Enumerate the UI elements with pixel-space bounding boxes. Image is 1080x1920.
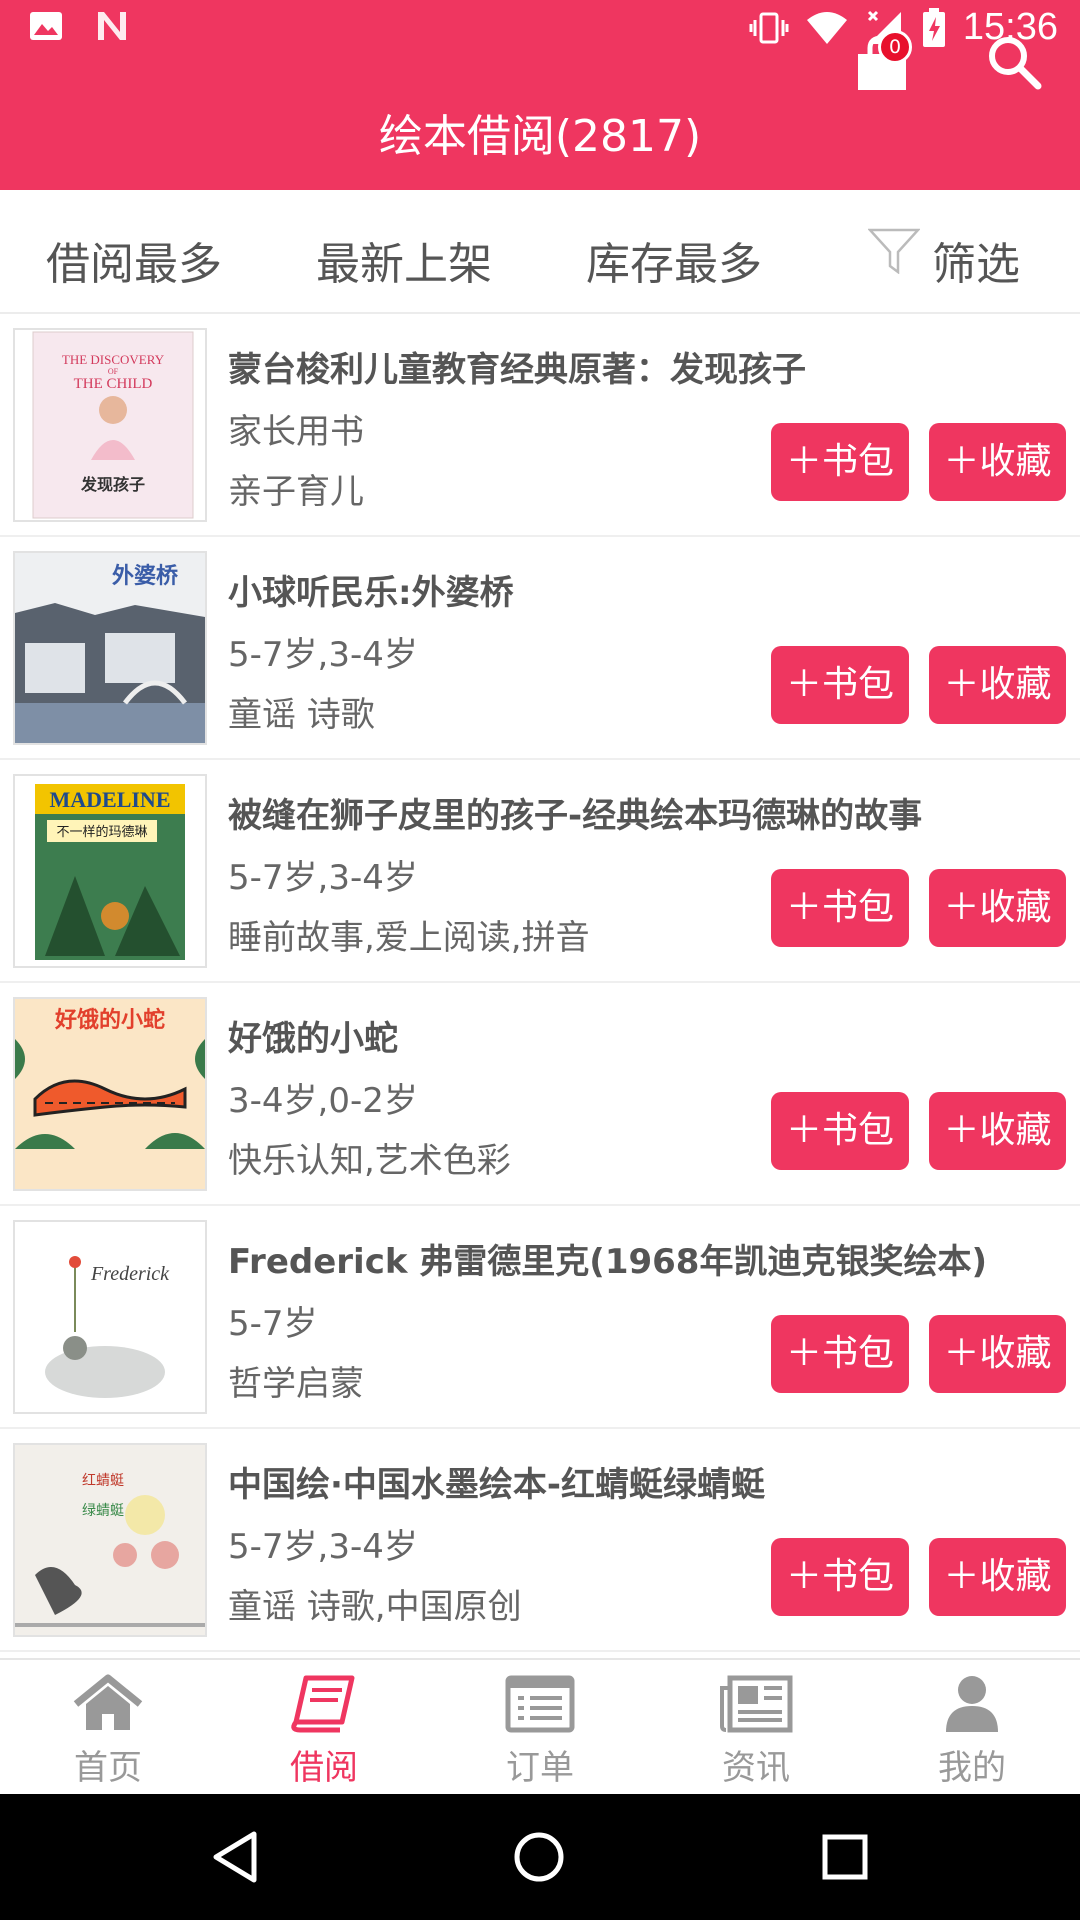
book-title[interactable]: 中国绘·中国水墨绘本-红蜻蜓绿蜻蜓 (228, 1457, 765, 1506)
book-tags: 睡前故事,爱上阅读,拼音 (228, 918, 590, 958)
list-item[interactable]: MADELINE 不一样的玛德琳 被缝在狮子皮里的孩子-经典绘本玛德琳的故事 5… (0, 760, 1080, 983)
nav-label: 资讯 (722, 1748, 790, 1788)
book-tags: 童谣 诗歌,中国原创 (228, 1587, 522, 1627)
book-cover[interactable]: MADELINE 不一样的玛德琳 (13, 774, 207, 968)
book-age-range: 5-7岁,3-4岁 (228, 635, 418, 675)
add-to-favorites-button[interactable]: ＋收藏 (929, 646, 1066, 724)
list-item[interactable]: Frederick Frederick 弗雷德里克(1968年凯迪克银奖绘本) … (0, 1206, 1080, 1429)
tab-most-borrowed[interactable]: 借阅最多 (46, 228, 222, 292)
cover-text: 外婆桥 (112, 563, 178, 589)
add-to-favorites-button[interactable]: ＋收藏 (929, 1315, 1066, 1393)
nav-orders[interactable]: 订单 (432, 1660, 648, 1796)
book-title[interactable]: 好饿的小蛇 (228, 1011, 398, 1060)
back-icon[interactable] (210, 1830, 260, 1884)
tab-newest[interactable]: 最新上架 (316, 228, 492, 292)
add-to-favorites-button[interactable]: ＋收藏 (929, 1092, 1066, 1170)
book-age-range: 5-7岁 (228, 1304, 318, 1344)
news-icon (720, 1675, 793, 1733)
book-cover[interactable]: 外婆桥 (13, 551, 207, 745)
user-icon (946, 1676, 998, 1732)
book-title[interactable]: 蒙台梭利儿童教育经典原著：发现孩子 (228, 342, 806, 391)
book-title[interactable]: 被缝在狮子皮里的孩子-经典绘本玛德琳的故事 (228, 788, 922, 837)
order-list-icon (505, 1675, 575, 1733)
book-tags: 快乐认知,艺术色彩 (228, 1141, 511, 1181)
add-to-bag-button[interactable]: ＋书包 (771, 1538, 909, 1616)
nav-label: 首页 (74, 1748, 142, 1788)
cover-text: 不一样的玛德琳 (56, 824, 147, 840)
cover-text: MADELINE (49, 787, 170, 812)
filter-icon[interactable] (868, 228, 920, 274)
nav-news[interactable]: 资讯 (648, 1660, 864, 1796)
list-item[interactable]: 外婆桥 小球听民乐:外婆桥 5-7岁,3-4岁 童谣 诗歌 ＋书包 ＋收藏 (0, 537, 1080, 760)
book-age-range: 5-7岁,3-4岁 (228, 858, 418, 898)
app-bar: 绘本借阅(2817) (0, 62, 1080, 190)
sort-tabs: 借阅最多 最新上架 库存最多 筛选 (0, 190, 1080, 314)
add-to-bag-button[interactable]: ＋书包 (771, 423, 909, 501)
book-cover[interactable]: THE DISCOVERY OF THE CHILD 发现孩子 (13, 328, 207, 522)
list-item[interactable]: 红蜻蜓 绿蜻蜓 中国绘·中国水墨绘本-红蜻蜓绿蜻蜓 5-7岁,3-4岁 童谣 诗… (0, 1429, 1080, 1652)
nav-home[interactable]: 首页 (0, 1660, 216, 1796)
list-item[interactable]: 好饿的小蛇 好饿的小蛇 3-4岁,0-2岁 快乐认知,艺术色彩 ＋书包 ＋收藏 (0, 983, 1080, 1206)
home-circle-icon[interactable] (512, 1830, 566, 1884)
cover-text: 好饿的小蛇 (54, 1007, 165, 1033)
book-cover[interactable]: 好饿的小蛇 (13, 997, 207, 1191)
status-bar: 15:36 (0, 0, 1080, 62)
add-to-bag-button[interactable]: ＋书包 (771, 869, 909, 947)
book-cover[interactable]: Frederick (13, 1220, 207, 1414)
wifi-icon (806, 11, 847, 44)
book-tags: 亲子育儿 (228, 472, 364, 512)
cover-text: 发现孩子 (80, 475, 145, 494)
list-item[interactable]: THE DISCOVERY OF THE CHILD 发现孩子 蒙台梭利儿童教育… (0, 314, 1080, 537)
gallery-notification-icon (30, 12, 62, 40)
cover-text: THE DISCOVERY (62, 352, 165, 367)
cover-text: 绿蜻蜓 (82, 1503, 124, 1519)
book-title[interactable]: 小球听民乐:外婆桥 (228, 565, 514, 614)
add-to-favorites-button[interactable]: ＋收藏 (929, 869, 1066, 947)
cover-text: THE CHILD (74, 376, 153, 392)
book-cover[interactable]: 红蜻蜓 绿蜻蜓 (13, 1443, 207, 1637)
cover-text: 红蜻蜓 (82, 1473, 124, 1489)
recents-icon[interactable] (820, 1832, 870, 1882)
book-age-range: 家长用书 (228, 412, 364, 452)
bottom-nav: 首页 借阅 订单 资讯 我的 (0, 1658, 1080, 1794)
book-age-range: 5-7岁,3-4岁 (228, 1527, 418, 1567)
add-to-bag-button[interactable]: ＋书包 (771, 1315, 909, 1393)
book-tags: 童谣 诗歌 (228, 695, 375, 735)
cover-text: Frederick (90, 1263, 170, 1285)
cover-text: OF (108, 367, 119, 376)
add-to-bag-button[interactable]: ＋书包 (771, 1092, 909, 1170)
cart-count-badge: 0 (878, 30, 912, 64)
book-icon (291, 1675, 355, 1733)
battery-icon (922, 7, 945, 47)
nav-mine[interactable]: 我的 (864, 1660, 1080, 1796)
nav-label: 我的 (938, 1748, 1006, 1788)
app-notification-icon (98, 12, 126, 40)
book-list: THE DISCOVERY OF THE CHILD 发现孩子 蒙台梭利儿童教育… (0, 314, 1080, 1652)
add-to-favorites-button[interactable]: ＋收藏 (929, 423, 1066, 501)
book-title[interactable]: Frederick 弗雷德里克(1968年凯迪克银奖绘本) (228, 1234, 987, 1283)
add-to-favorites-button[interactable]: ＋收藏 (929, 1538, 1066, 1616)
search-icon[interactable] (984, 32, 1044, 92)
tab-most-stock[interactable]: 库存最多 (586, 228, 762, 292)
system-nav-bar (0, 1794, 1080, 1920)
nav-label: 借阅 (290, 1748, 358, 1788)
vibrate-icon (749, 12, 789, 43)
add-to-bag-button[interactable]: ＋书包 (771, 646, 909, 724)
page-title: 绘本借阅(2817) (378, 111, 702, 162)
book-tags: 哲学启蒙 (228, 1364, 364, 1404)
nav-label: 订单 (506, 1748, 574, 1788)
nav-borrow[interactable]: 借阅 (216, 1660, 432, 1796)
book-age-range: 3-4岁,0-2岁 (228, 1081, 418, 1121)
home-icon (73, 1674, 143, 1730)
tab-filter[interactable]: 筛选 (932, 228, 1020, 292)
